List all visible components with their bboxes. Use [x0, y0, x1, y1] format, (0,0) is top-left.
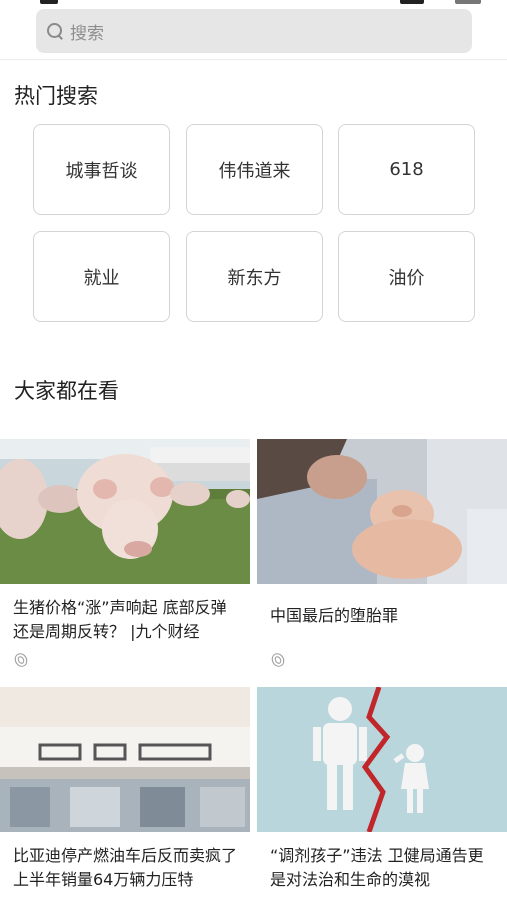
- trending-title: 大家都在看: [14, 379, 119, 403]
- hot-search-item[interactable]: 就业: [33, 231, 170, 322]
- card-title: 生猪价格“涨”声响起 底部反弹还是周期反转？ |九个财经: [13, 598, 227, 641]
- card-title: “调剂孩子”违法 卫健局通告更是对法治和生命的漠视: [270, 846, 484, 889]
- card-title: 中国最后的堕胎罪: [270, 606, 399, 625]
- card-image-newborn: [257, 439, 507, 584]
- source-icon: [270, 651, 288, 669]
- hot-search-item[interactable]: 新东方: [186, 231, 323, 322]
- search-input[interactable]: 搜索: [36, 9, 472, 53]
- news-card[interactable]: 生猪价格“涨”声响起 底部反弹还是周期反转？ |九个财经: [0, 439, 250, 644]
- news-card[interactable]: 比亚迪停产燃油车后反而卖疯了 上半年销量64万辆力压特: [0, 687, 250, 892]
- card-image-byd: [0, 687, 250, 832]
- card-image-cutout: [257, 687, 507, 832]
- hot-search-item[interactable]: 油价: [338, 231, 475, 322]
- source-icon: [13, 651, 31, 669]
- hot-search-item[interactable]: 618: [338, 124, 475, 215]
- hot-search-item[interactable]: 伟伟道来: [186, 124, 323, 215]
- hot-search-item[interactable]: 城事哲谈: [33, 124, 170, 215]
- page: 搜索 热门搜索 城事哲谈 伟伟道来 618 就业 新东方 油价 大家都在看 生猪…: [0, 0, 507, 900]
- hot-search-title: 热门搜索: [14, 84, 98, 108]
- card-image-pigs: [0, 439, 250, 584]
- news-card[interactable]: 中国最后的堕胎罪: [257, 439, 507, 628]
- card-title: 比亚迪停产燃油车后反而卖疯了 上半年销量64万辆力压特: [13, 846, 238, 889]
- search-header: 搜索: [0, 0, 507, 60]
- search-placeholder: 搜索: [70, 23, 104, 44]
- search-icon: [46, 22, 64, 40]
- news-card[interactable]: “调剂孩子”违法 卫健局通告更是对法治和生命的漠视: [257, 687, 507, 892]
